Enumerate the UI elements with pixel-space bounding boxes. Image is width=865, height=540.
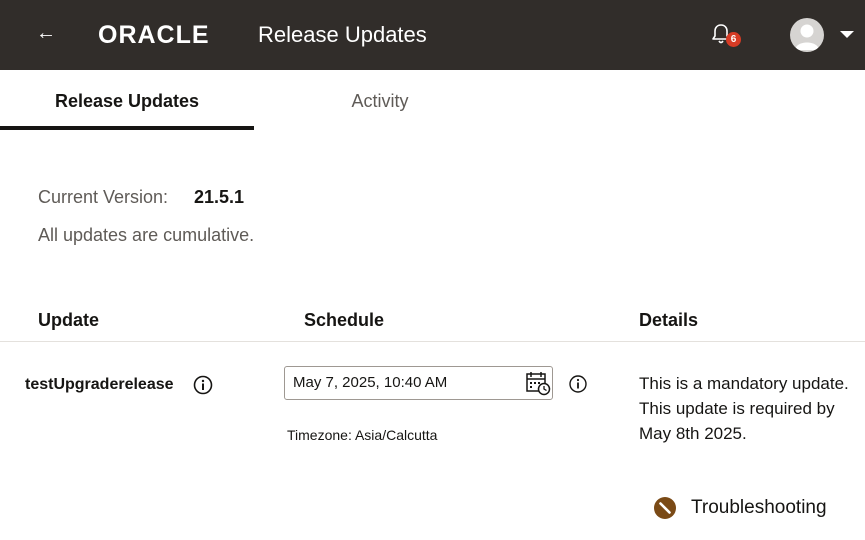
schedule-date-value: May 7, 2025, 10:40 AM xyxy=(293,374,448,391)
calendar-clock-icon[interactable] xyxy=(525,370,551,396)
oracle-logo: ORACLE xyxy=(98,22,210,48)
cumulative-note: All updates are cumulative. xyxy=(38,225,255,245)
arrow-left-icon: ← xyxy=(36,22,56,44)
app-header: ← ORACLE Release Updates 6 xyxy=(0,0,865,70)
troubleshooting-icon[interactable] xyxy=(653,496,677,520)
troubleshooting-link[interactable]: Troubleshooting xyxy=(691,497,827,519)
user-avatar-icon xyxy=(795,24,819,50)
notification-count-badge: 6 xyxy=(726,32,741,47)
column-header-details: Details xyxy=(639,310,699,330)
header-divider xyxy=(0,341,865,342)
column-header-update: Update xyxy=(38,310,100,330)
current-version-label: Current Version: xyxy=(38,187,169,207)
user-avatar-button[interactable] xyxy=(790,18,824,52)
caret-down-icon[interactable] xyxy=(838,27,856,41)
back-button[interactable]: ← xyxy=(34,18,58,48)
logo-text: ORACLE xyxy=(98,22,210,48)
schedule-date-input[interactable]: May 7, 2025, 10:40 AM xyxy=(284,366,553,400)
schedule-info-icon[interactable] xyxy=(568,374,588,394)
tab-release-updates[interactable]: Release Updates xyxy=(0,72,254,130)
current-version-value: 21.5.1 xyxy=(194,187,245,207)
column-header-schedule: Schedule xyxy=(304,310,385,330)
update-info-icon[interactable] xyxy=(193,375,213,395)
page-title: Release Updates xyxy=(258,22,427,47)
tab-activity[interactable]: Activity xyxy=(254,72,506,130)
update-name: testUpgraderelease xyxy=(25,376,174,393)
notifications-button[interactable]: 6 xyxy=(708,20,742,52)
timezone-text: Timezone: Asia/Calcutta xyxy=(287,427,438,443)
update-details-text: This is a mandatory update. This update … xyxy=(639,374,849,443)
